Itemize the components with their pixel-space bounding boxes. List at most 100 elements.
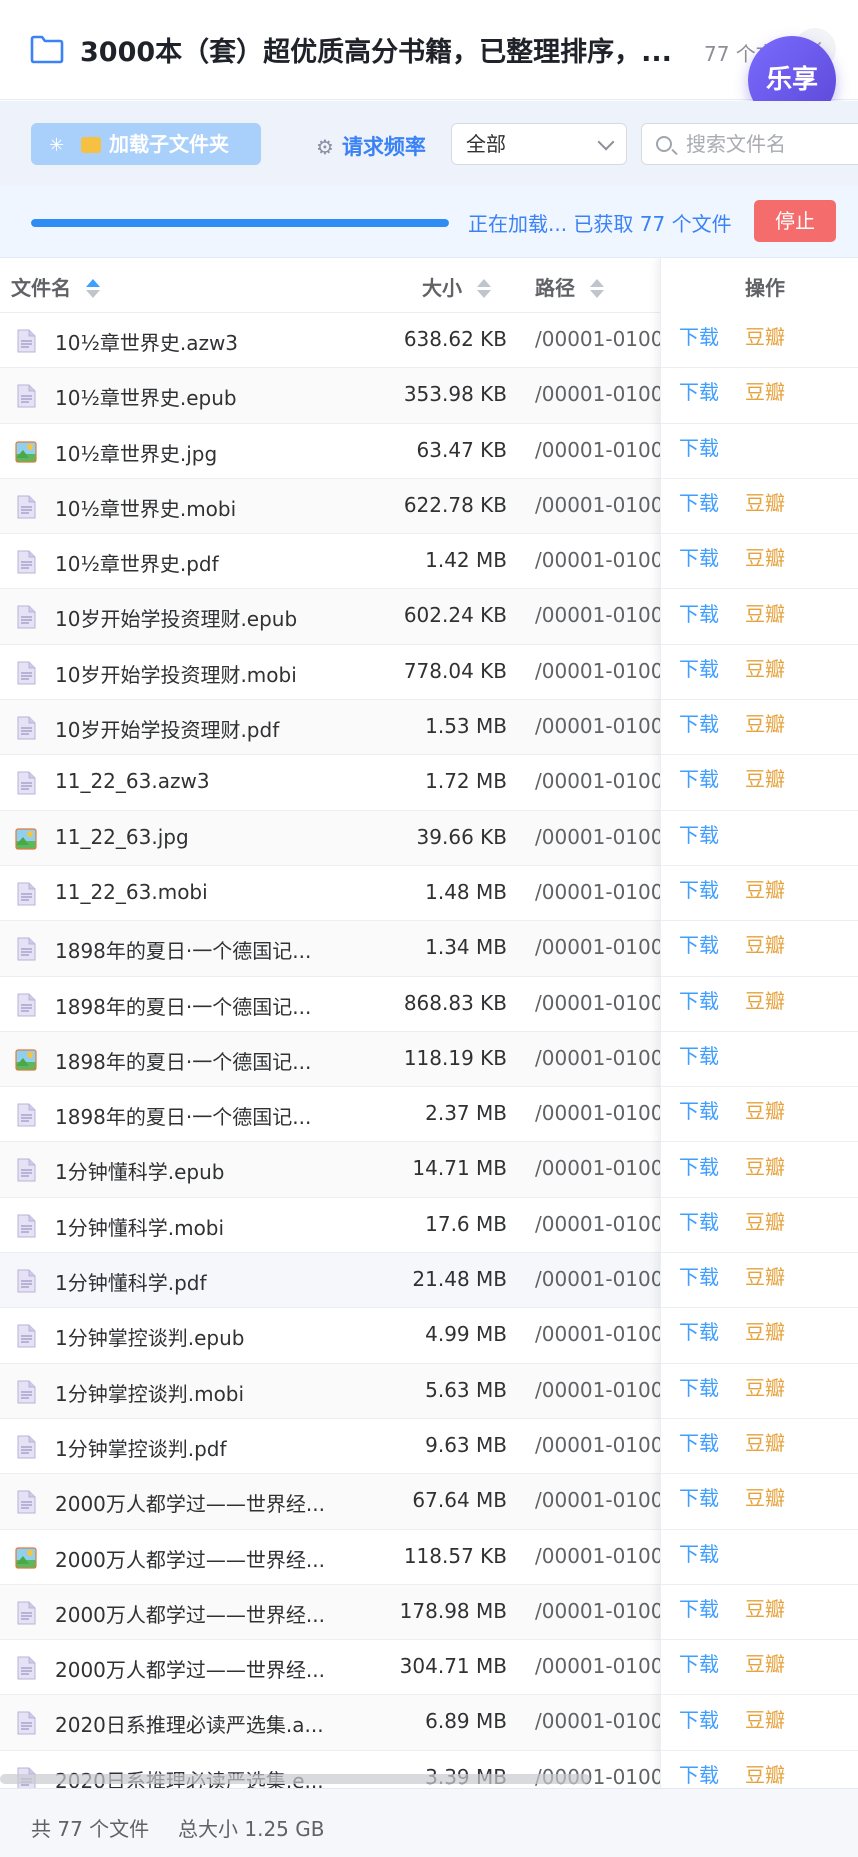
download-link[interactable]: 下载 xyxy=(679,598,719,627)
file-name[interactable]: 1898年的夏日·一个德国记... xyxy=(55,1046,325,1075)
douban-link[interactable]: 豆瓣 xyxy=(745,1206,785,1235)
download-link[interactable]: 下载 xyxy=(679,376,719,405)
douban-link[interactable]: 豆瓣 xyxy=(745,321,785,350)
progress-fill xyxy=(31,219,449,227)
douban-link[interactable]: 豆瓣 xyxy=(745,376,785,405)
file-name[interactable]: 10½章世界史.pdf xyxy=(55,548,325,577)
download-link[interactable]: 下载 xyxy=(679,1427,719,1456)
download-link[interactable]: 下载 xyxy=(679,321,719,350)
file-name[interactable]: 1分钟掌控谈判.mobi xyxy=(55,1378,325,1407)
sort-path-icon[interactable] xyxy=(589,278,604,300)
file-name[interactable]: 11_22_63.jpg xyxy=(55,825,325,849)
stop-button[interactable]: 停止 xyxy=(754,200,836,242)
download-link[interactable]: 下载 xyxy=(679,1759,719,1788)
sort-name-icon[interactable] xyxy=(85,278,100,300)
file-name[interactable]: 2000万人都学过——世界经... xyxy=(55,1654,325,1683)
douban-link[interactable]: 豆瓣 xyxy=(745,1482,785,1511)
download-link[interactable]: 下载 xyxy=(679,1151,719,1180)
download-link[interactable]: 下载 xyxy=(679,1040,719,1069)
download-link[interactable]: 下载 xyxy=(679,874,719,903)
download-link[interactable]: 下载 xyxy=(679,1206,719,1235)
download-link[interactable]: 下载 xyxy=(679,1538,719,1567)
file-name[interactable]: 1分钟懂科学.pdf xyxy=(55,1267,325,1296)
download-link[interactable]: 下载 xyxy=(679,1372,719,1401)
download-link[interactable]: 下载 xyxy=(679,1261,719,1290)
douban-link[interactable]: 豆瓣 xyxy=(745,1593,785,1622)
file-name[interactable]: 10½章世界史.mobi xyxy=(55,493,325,522)
file-name[interactable]: 2000万人都学过——世界经... xyxy=(55,1599,325,1628)
file-name[interactable]: 1分钟掌控谈判.epub xyxy=(55,1322,325,1351)
download-link[interactable]: 下载 xyxy=(679,432,719,461)
horizontal-scrollbar[interactable] xyxy=(0,1774,590,1784)
download-link[interactable]: 下载 xyxy=(679,708,719,737)
file-name[interactable]: 2020日系推理必读严选集.a... xyxy=(55,1709,325,1738)
douban-link[interactable]: 豆瓣 xyxy=(745,1316,785,1345)
file-table: 文件名 大小 路径 10½章世界史.azw3 638.62 KB/00001-01… xyxy=(0,258,858,1788)
download-link[interactable]: 下载 xyxy=(679,929,719,958)
request-rate-button[interactable]: ⚙ 请求频率 xyxy=(316,131,426,161)
download-link[interactable]: 下载 xyxy=(679,487,719,516)
file-name[interactable]: 10½章世界史.epub xyxy=(55,382,325,411)
download-link[interactable]: 下载 xyxy=(679,763,719,792)
file-name[interactable]: 11_22_63.azw3 xyxy=(55,769,325,793)
search-input[interactable] xyxy=(686,130,856,158)
sort-size-icon[interactable] xyxy=(476,278,491,300)
file-name[interactable]: 1898年的夏日·一个德国记... xyxy=(55,935,325,964)
file-name[interactable]: 1898年的夏日·一个德国记... xyxy=(55,1101,325,1130)
douban-link[interactable]: 豆瓣 xyxy=(745,542,785,571)
file-name[interactable]: 1分钟掌控谈判.pdf xyxy=(55,1433,325,1462)
image-file-icon xyxy=(15,1546,37,1569)
column-header-size[interactable]: 大小 xyxy=(422,272,491,301)
download-link[interactable]: 下载 xyxy=(679,1316,719,1345)
douban-link[interactable]: 豆瓣 xyxy=(745,929,785,958)
douban-link[interactable]: 豆瓣 xyxy=(745,1704,785,1733)
douban-link[interactable]: 豆瓣 xyxy=(745,1151,785,1180)
file-name[interactable]: 10岁开始学投资理财.mobi xyxy=(55,659,325,688)
file-name[interactable]: 10岁开始学投资理财.epub xyxy=(55,603,325,632)
column-header-path[interactable]: 路径 xyxy=(535,272,604,301)
file-name[interactable]: 1898年的夏日·一个德国记... xyxy=(55,991,325,1020)
row-operations: 下载 豆瓣 xyxy=(661,1364,858,1419)
file-name[interactable]: 1分钟懂科学.mobi xyxy=(55,1212,325,1241)
douban-link[interactable]: 豆瓣 xyxy=(745,1427,785,1456)
file-name[interactable]: 10岁开始学投资理财.pdf xyxy=(55,714,325,743)
douban-link[interactable]: 豆瓣 xyxy=(745,874,785,903)
file-name[interactable]: 1分钟懂科学.epub xyxy=(55,1156,325,1185)
row-operations: 下载 豆瓣 xyxy=(661,1751,858,1788)
douban-link[interactable]: 豆瓣 xyxy=(745,1372,785,1401)
file-path: /00001-01000 xyxy=(535,1377,660,1402)
douban-link[interactable]: 豆瓣 xyxy=(745,1648,785,1677)
douban-link[interactable]: 豆瓣 xyxy=(745,763,785,792)
douban-link[interactable]: 豆瓣 xyxy=(745,985,785,1014)
loading-status-text: 正在加载... 已获取 77 个文件 xyxy=(468,212,732,236)
file-name[interactable]: 2000万人都学过——世界经... xyxy=(55,1488,325,1517)
douban-link[interactable]: 豆瓣 xyxy=(745,708,785,737)
column-header-name[interactable]: 文件名 xyxy=(11,272,100,301)
douban-link[interactable]: 豆瓣 xyxy=(745,653,785,682)
row-operations: 下载 豆瓣 xyxy=(661,1308,858,1364)
download-link[interactable]: 下载 xyxy=(679,1095,719,1124)
download-link[interactable]: 下载 xyxy=(679,1704,719,1733)
download-link[interactable]: 下载 xyxy=(679,1648,719,1677)
file-size: 14.71 MB xyxy=(412,1156,507,1181)
search-box[interactable] xyxy=(641,123,858,165)
douban-link[interactable]: 豆瓣 xyxy=(745,487,785,516)
douban-link[interactable]: 豆瓣 xyxy=(745,598,785,627)
download-link[interactable]: 下载 xyxy=(679,985,719,1014)
file-path: /00001-01000 xyxy=(535,990,660,1015)
file-type-select[interactable]: 全部 xyxy=(451,123,627,165)
download-link[interactable]: 下载 xyxy=(679,653,719,682)
douban-link[interactable]: 豆瓣 xyxy=(745,1095,785,1124)
file-name[interactable]: 2000万人都学过——世界经... xyxy=(55,1544,325,1573)
douban-link[interactable]: 豆瓣 xyxy=(745,1261,785,1290)
download-link[interactable]: 下载 xyxy=(679,1593,719,1622)
file-name[interactable]: 10½章世界史.jpg xyxy=(55,438,325,467)
download-link[interactable]: 下载 xyxy=(679,542,719,571)
file-name[interactable]: 11_22_63.mobi xyxy=(55,880,325,904)
download-link[interactable]: 下载 xyxy=(679,819,719,848)
file-name[interactable]: 10½章世界史.azw3 xyxy=(55,327,325,356)
load-subfolders-button[interactable]: ✳ 加载子文件夹 xyxy=(31,123,261,165)
douban-link[interactable]: 豆瓣 xyxy=(745,1759,785,1788)
download-link[interactable]: 下载 xyxy=(679,1482,719,1511)
file-path: /00001-01000 xyxy=(535,1432,660,1457)
